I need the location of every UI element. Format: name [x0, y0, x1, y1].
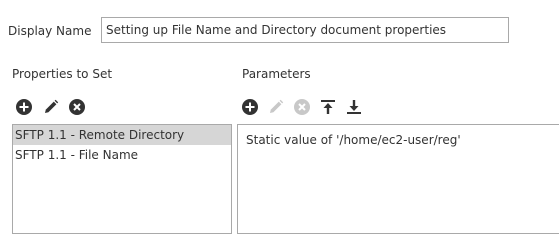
remove-parameter-button[interactable] [293, 98, 311, 116]
move-to-bottom-button[interactable] [345, 98, 363, 116]
parameters-panel[interactable]: Static value of '/home/ec2-user/reg' [237, 124, 559, 234]
edit-property-button[interactable] [42, 98, 60, 116]
move-to-top-button[interactable] [319, 98, 337, 116]
remove-icon [69, 99, 85, 115]
parameter-item[interactable]: Static value of '/home/ec2-user/reg' [246, 133, 461, 147]
list-item[interactable]: SFTP 1.1 - Remote Directory [13, 125, 231, 145]
properties-list[interactable]: SFTP 1.1 - Remote Directory SFTP 1.1 - F… [12, 124, 232, 234]
edit-parameter-button[interactable] [267, 98, 285, 116]
display-name-input[interactable]: Setting up File Name and Directory docum… [101, 17, 509, 43]
display-name-label: Display Name [8, 24, 92, 38]
add-icon [16, 99, 32, 115]
move-to-top-icon [321, 100, 335, 114]
remove-property-button[interactable] [68, 98, 86, 116]
parameters-heading: Parameters [242, 67, 311, 81]
properties-to-set-heading: Properties to Set [12, 67, 113, 81]
edit-icon [45, 99, 59, 113]
add-parameter-button[interactable] [241, 98, 259, 116]
add-icon [242, 99, 258, 115]
edit-icon [270, 99, 284, 113]
move-to-bottom-icon [347, 100, 361, 114]
add-property-button[interactable] [15, 98, 33, 116]
remove-icon [294, 99, 310, 115]
list-item[interactable]: SFTP 1.1 - File Name [13, 145, 231, 165]
